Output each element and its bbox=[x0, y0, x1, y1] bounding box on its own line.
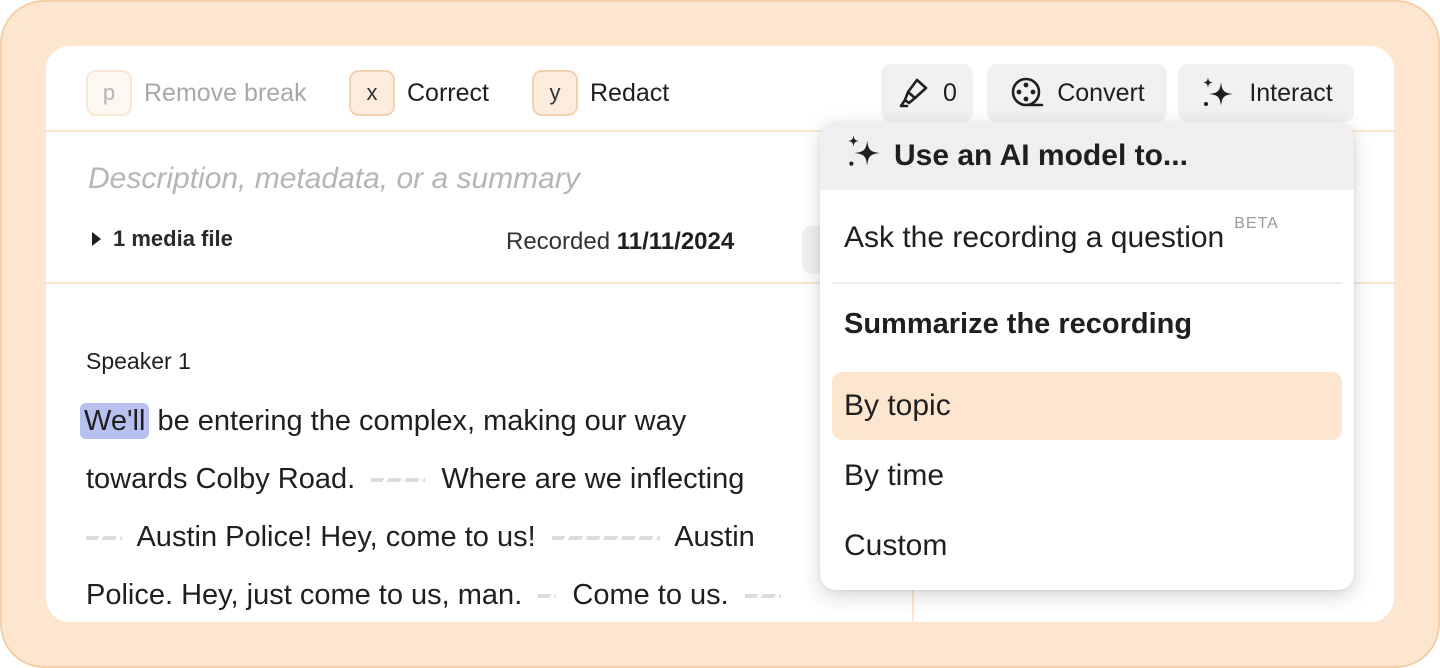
menu-divider bbox=[832, 282, 1342, 284]
transcript-segment: Where are we inflecting bbox=[441, 463, 745, 495]
summarize-by-time-item[interactable]: By time bbox=[832, 442, 1342, 510]
by-time-label: By time bbox=[844, 459, 945, 492]
transcript-area: Speaker 1 We'll be entering the complex,… bbox=[46, 286, 914, 622]
highlighter-button[interactable]: 0 bbox=[881, 64, 973, 122]
custom-label: Custom bbox=[844, 529, 948, 562]
summarize-by-topic-item[interactable]: By topic bbox=[832, 372, 1342, 440]
media-files-toggle[interactable]: 1 media file bbox=[88, 226, 233, 252]
summarize-custom-item[interactable]: Custom bbox=[832, 512, 1342, 580]
sparkles-icon bbox=[844, 132, 884, 180]
highlighter-count: 0 bbox=[943, 78, 957, 107]
redact-shortcut-key: y bbox=[532, 70, 578, 116]
convert-button[interactable]: Convert bbox=[987, 64, 1167, 122]
ai-menu-header: Use an AI model to... bbox=[820, 122, 1354, 190]
redact-label: Redact bbox=[590, 78, 670, 107]
pause-marker[interactable] bbox=[744, 594, 781, 599]
description-input[interactable]: Description, metadata, or a summary bbox=[88, 162, 580, 196]
ask-question-item[interactable]: Ask the recording a question BETA bbox=[832, 204, 1342, 272]
transcript-text[interactable]: We'll be entering the complex, making ou… bbox=[80, 392, 886, 622]
recorded-date: Recorded 11/11/2024 bbox=[506, 228, 734, 256]
correct-label: Correct bbox=[407, 78, 489, 107]
remove-break-label: Remove break bbox=[144, 78, 307, 107]
ai-menu-header-label: Use an AI model to... bbox=[894, 139, 1188, 172]
correct-tool[interactable]: x Correct bbox=[349, 70, 489, 116]
recorded-date-value: 11/11/2024 bbox=[616, 228, 735, 255]
caret-right-icon bbox=[92, 232, 101, 246]
summarize-heading: Summarize the recording bbox=[844, 308, 1193, 340]
interact-button[interactable]: Interact bbox=[1178, 64, 1354, 122]
transcript-line: Police. Hey, just come to us, man. Come … bbox=[86, 566, 886, 622]
interact-label: Interact bbox=[1249, 78, 1333, 107]
ai-interact-menu: Use an AI model to... Ask the recording … bbox=[820, 122, 1354, 590]
remove-break-shortcut-key: p bbox=[86, 70, 132, 116]
transcript-segment: Police. Hey, just come to us, man. bbox=[86, 579, 523, 611]
pause-marker[interactable] bbox=[86, 536, 122, 541]
speaker-label[interactable]: Speaker 1 bbox=[86, 348, 191, 375]
transcript-segment: Austin bbox=[674, 521, 755, 553]
ask-question-label: Ask the recording a question bbox=[844, 221, 1225, 254]
transcript-line: towards Colby Road. Where are we inflect… bbox=[86, 450, 886, 508]
by-topic-label: By topic bbox=[844, 389, 951, 422]
highlighter-icon bbox=[897, 76, 931, 110]
beta-badge: BETA bbox=[1234, 215, 1279, 232]
transcript-line: We'll be entering the complex, making ou… bbox=[80, 392, 886, 450]
pause-marker[interactable] bbox=[551, 536, 660, 541]
sparkles-icon bbox=[1199, 74, 1237, 112]
transcript-segment: be entering the complex, making our way bbox=[157, 405, 687, 437]
remove-break-tool[interactable]: p Remove break bbox=[86, 70, 307, 116]
film-reel-icon bbox=[1009, 75, 1045, 111]
convert-label: Convert bbox=[1057, 78, 1145, 107]
pause-marker[interactable] bbox=[371, 478, 426, 483]
pause-marker[interactable] bbox=[538, 594, 557, 599]
transcript-segment: towards Colby Road. bbox=[86, 463, 356, 495]
transcript-segment: Austin Police! Hey, come to us! bbox=[136, 521, 536, 553]
transcript-line: Austin Police! Hey, come to us! Austin bbox=[86, 508, 886, 566]
highlighted-word[interactable]: We'll bbox=[80, 403, 150, 439]
redact-tool[interactable]: y Redact bbox=[532, 70, 669, 116]
media-files-label: 1 media file bbox=[113, 226, 233, 251]
toolbar: p Remove break x Correct y Redact 0 Conv… bbox=[46, 46, 1394, 132]
transcript-segment: Come to us. bbox=[572, 579, 729, 611]
recorded-label: Recorded bbox=[506, 228, 611, 255]
correct-shortcut-key: x bbox=[349, 70, 395, 116]
